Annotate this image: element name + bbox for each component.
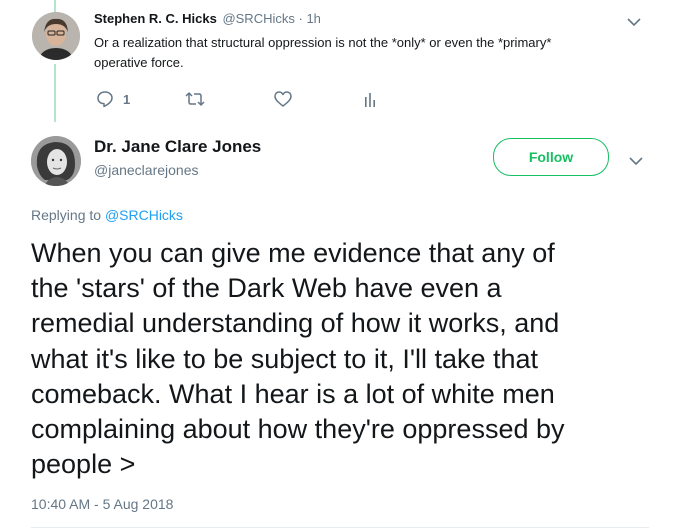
avatar-jane[interactable] [31,136,81,186]
replying-to-handle[interactable]: @SRCHicks [105,207,183,223]
author-handle[interactable]: @SRCHicks [222,11,294,26]
analytics-icon [365,93,375,107]
tweet-text-line: remedial understanding of how it works, … [31,308,560,339]
thread-line-bottom [54,64,56,122]
author-name[interactable]: Stephen R. C. Hicks [94,11,217,26]
chevron-down-icon[interactable] [626,14,642,32]
reply-action[interactable]: 1 [96,90,130,108]
main-tweet-text: When you can give me evidence that any o… [31,236,565,482]
bottom-divider [31,527,649,528]
like-icon [274,91,292,107]
reply-icon [97,91,113,108]
thread-line-top [54,0,56,12]
chevron-down-icon[interactable] [628,153,644,171]
reply-count: 1 [123,91,131,107]
replying-to: Replying to @SRCHicks [31,207,183,223]
reply-tweet-header: Stephen R. C. Hicks @SRCHicks · 1h [94,11,321,26]
analytics-action[interactable] [364,92,376,107]
retweet-icon [185,92,205,106]
follow-button[interactable]: Follow [493,138,609,176]
like-action[interactable] [274,91,292,107]
tweet-text-line: complaining about how they're oppressed … [31,414,565,445]
avatar-image [32,12,80,60]
avatar-stephen[interactable] [32,12,80,60]
tweet-text-line: people > [31,449,136,480]
main-author-name[interactable]: Dr. Jane Clare Jones [94,137,261,157]
tweet-timestamp[interactable]: 10:40 AM - 5 Aug 2018 [31,496,173,512]
reply-tweet-text: Or a realization that structural oppress… [94,33,551,73]
tweet-time[interactable]: 1h [306,11,320,26]
time-separator: · [298,11,303,26]
reply-text-line-1: Or a realization that structural oppress… [94,35,552,50]
tweet-text-line: the 'stars' of the Dark Web have even a [31,273,502,304]
tweet-text-line: what it's like to be subject to it, I'll… [31,343,539,374]
avatar-image [31,136,81,186]
main-author-handle[interactable]: @janeclarejones [94,162,199,178]
tweet-text-line: comeback. What I hear is a lot of white … [31,378,555,409]
reply-text-line-2: operative force. [94,55,184,70]
replying-to-label: Replying to [31,207,102,223]
tweet-text-line: When you can give me evidence that any o… [31,238,555,268]
retweet-action[interactable] [185,92,205,106]
